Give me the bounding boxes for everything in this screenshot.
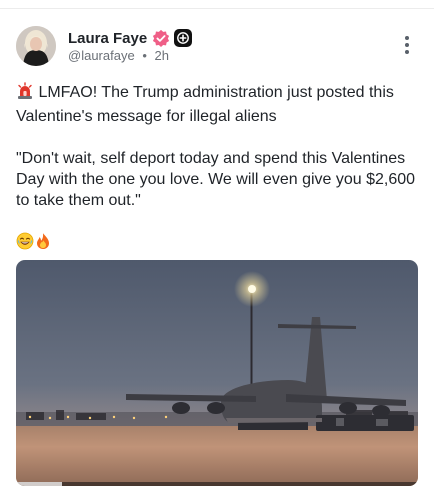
top-divider: [0, 8, 434, 9]
post-time[interactable]: 2h: [155, 48, 169, 63]
police-siren-icon: [16, 82, 34, 106]
meta-separator: •: [142, 48, 147, 63]
more-vertical-icon[interactable]: [404, 36, 410, 56]
post-image[interactable]: [16, 260, 418, 486]
fire-emoji: [34, 232, 52, 256]
verified-badge-icon: [152, 29, 170, 47]
author-row: Laura Faye: [68, 28, 193, 48]
post-line: LMFAO! The Trump administration just pos…: [16, 82, 418, 127]
author-name[interactable]: Laura Faye: [68, 30, 147, 47]
author-handle[interactable]: @laurafaye: [68, 48, 135, 63]
plus-badge-icon: [174, 29, 193, 47]
post-text-main: LMFAO! The Trump administration just pos…: [16, 84, 394, 125]
post-emojis: [16, 232, 418, 256]
author-meta: @laurafaye • 2h: [68, 48, 169, 63]
post-body: LMFAO! The Trump administration just pos…: [16, 82, 418, 256]
post-header: Laura Faye @laurafaye • 2h: [16, 24, 418, 68]
tears-of-joy-emoji: [16, 232, 34, 256]
post-quote: "Don't wait, self deport today and spend…: [16, 150, 416, 209]
avatar[interactable]: [16, 26, 56, 66]
cargo-plane-photo: [16, 260, 418, 486]
